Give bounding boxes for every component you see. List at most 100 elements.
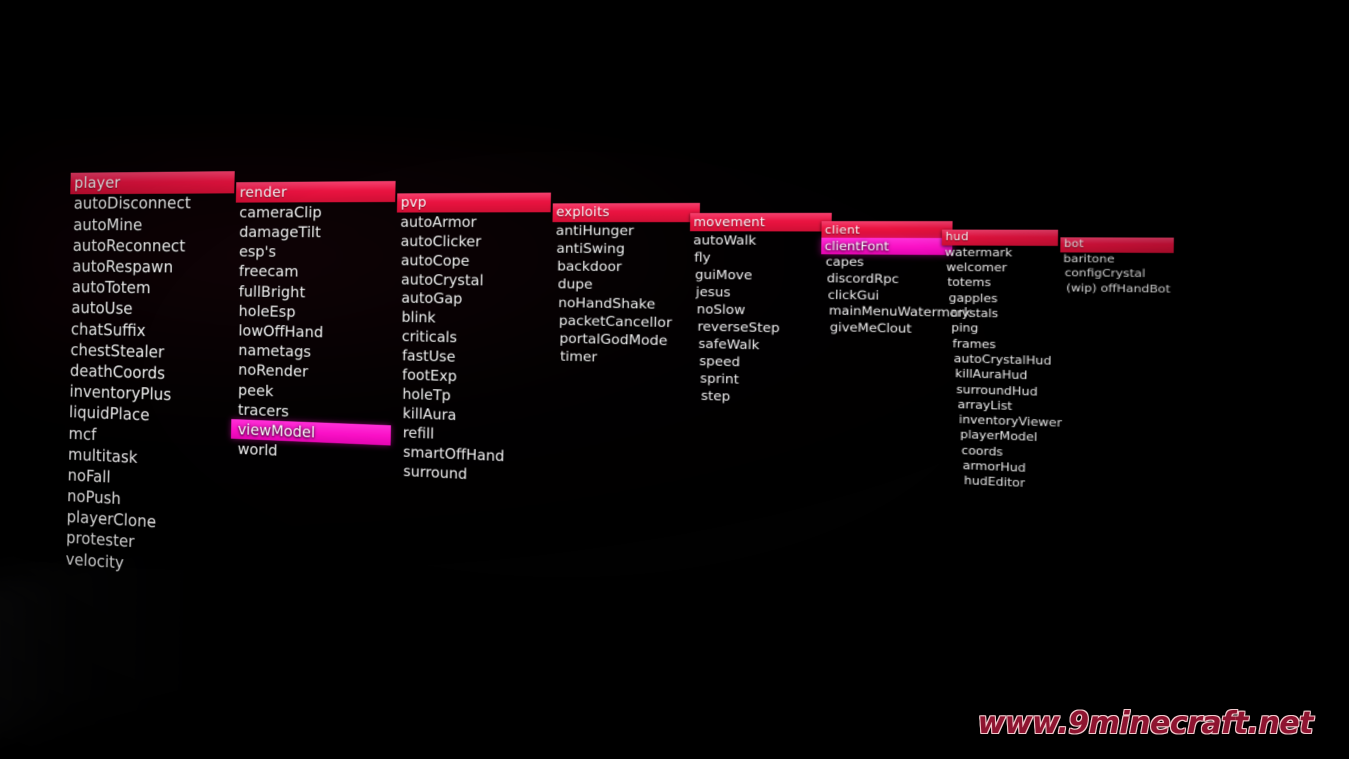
module-item[interactable]: armorHud	[939, 457, 1056, 477]
module-item[interactable]: clickGui	[820, 286, 951, 304]
module-item[interactable]: crystals	[941, 306, 1057, 323]
module-item[interactable]: autoCope	[396, 251, 550, 271]
module-label: autoDisconnect	[73, 194, 192, 214]
module-label: tracers	[237, 400, 290, 421]
module-item[interactable]: freecam	[234, 261, 394, 283]
module-label: autoCrystalHud	[953, 352, 1052, 368]
module-label: noFall	[67, 466, 111, 488]
module-label: chestStealer	[70, 341, 165, 363]
module-item[interactable]: backdoor	[552, 258, 700, 277]
module-item[interactable]: hudEditor	[939, 473, 1056, 494]
module-item[interactable]: autoDisconnect	[70, 193, 234, 215]
module-item[interactable]: surroundHud	[940, 381, 1056, 400]
module-item[interactable]: speed	[688, 351, 830, 372]
module-item[interactable]: guiMove	[689, 265, 831, 284]
module-label: killAuraHud	[954, 367, 1028, 383]
module-label: autoMine	[73, 216, 143, 235]
module-item[interactable]: autoTotem	[68, 277, 233, 300]
category-header-player[interactable]: player	[70, 171, 235, 195]
module-item[interactable]: noSlow	[689, 300, 831, 320]
category-header-label: render	[239, 183, 288, 201]
module-label: deathCoords	[69, 362, 166, 384]
module-list-exploits: antiHunger antiSwing backdoor dupe noHandSha…	[550, 222, 700, 370]
module-item[interactable]: playerModel	[939, 427, 1055, 447]
module-list-bot: baritone configCrystal (wip) offHandBot	[1060, 252, 1174, 297]
module-item[interactable]: safeWalk	[688, 334, 830, 355]
module-item[interactable]: baritone	[1060, 252, 1174, 267]
module-label: frames	[952, 337, 997, 352]
module-item[interactable]: antiHunger	[552, 222, 700, 240]
module-item[interactable]: watermark	[942, 245, 1058, 261]
module-item[interactable]: sprint	[688, 368, 830, 389]
module-item[interactable]: giveMeClout	[820, 319, 951, 338]
module-list-hud: watermark welcomer totems gapples crystals pi…	[939, 245, 1062, 494]
module-item[interactable]: autoReconnect	[69, 236, 234, 258]
module-item[interactable]: jesus	[689, 282, 831, 301]
module-item[interactable]: gapples	[941, 291, 1057, 308]
module-label: viewModel	[237, 420, 316, 442]
module-label: portalGodMode	[559, 330, 668, 350]
module-item[interactable]: noHandShake	[551, 294, 699, 314]
module-category-player: player autoDisconnect autoMine autoReconnec…	[62, 171, 235, 581]
category-header-label: pvp	[400, 195, 427, 211]
module-item[interactable]: fly	[689, 248, 831, 266]
module-label: antiHunger	[555, 222, 635, 239]
module-item[interactable]: esp's	[235, 242, 395, 263]
module-item[interactable]: frames	[940, 336, 1056, 354]
module-label: (wip) offHandBot	[1066, 282, 1171, 296]
module-item[interactable]: autoRespawn	[68, 257, 233, 280]
module-label: step	[700, 387, 731, 404]
module-item[interactable]: arrayList	[940, 397, 1056, 416]
module-label: clickGui	[827, 287, 880, 303]
module-item[interactable]: autoMine	[69, 215, 234, 236]
module-item[interactable]: cameraClip	[235, 202, 395, 222]
module-label: ping	[951, 322, 979, 336]
module-item[interactable]: damageTilt	[235, 222, 395, 242]
module-item[interactable]: configCrystal	[1060, 267, 1174, 283]
module-label: esp's	[238, 242, 277, 261]
module-label: refill	[402, 424, 435, 443]
module-item[interactable]: reverseStep	[688, 317, 830, 337]
module-item[interactable]: discordRpc	[821, 270, 952, 288]
module-item[interactable]: step	[687, 386, 829, 408]
module-item[interactable]: autoCrystalHud	[940, 351, 1056, 369]
module-item[interactable]: autoGap	[395, 289, 549, 311]
category-header-pvp[interactable]: pvp	[396, 192, 551, 213]
category-header-movement[interactable]: movement	[689, 212, 832, 231]
module-label: chatSuffix	[70, 320, 146, 341]
module-item[interactable]: autoClicker	[396, 232, 550, 252]
category-header-render[interactable]: render	[235, 180, 396, 203]
category-header-exploits[interactable]: exploits	[552, 202, 700, 222]
module-item[interactable]: timer	[550, 347, 698, 369]
module-item[interactable]: welcomer	[941, 260, 1057, 276]
clickgui-panel[interactable]: player autoDisconnect autoMine autoReconnec…	[0, 0, 1349, 759]
module-item[interactable]: killAuraHud	[940, 366, 1056, 384]
module-label: safeWalk	[698, 335, 760, 352]
module-item[interactable]: antiSwing	[552, 240, 700, 259]
module-item[interactable]: (wip) offHandBot	[1060, 281, 1174, 297]
module-item[interactable]: dupe	[551, 276, 699, 296]
category-header-hud[interactable]: hud	[941, 229, 1059, 246]
module-item[interactable]: totems	[941, 275, 1057, 292]
module-label: baritone	[1063, 253, 1115, 266]
category-header-client[interactable]: client	[821, 221, 953, 239]
module-list-player: autoDisconnect autoMine autoReconnect autoR…	[62, 193, 235, 581]
module-item[interactable]: ping	[941, 321, 1057, 338]
module-label: watermark	[944, 246, 1013, 260]
module-label: dupe	[557, 276, 593, 294]
module-item[interactable]: fullBright	[234, 281, 394, 303]
module-item[interactable]: capes	[821, 254, 952, 271]
module-label: multitask	[67, 445, 138, 468]
module-item[interactable]: autoArmor	[397, 213, 551, 233]
category-header-bot[interactable]: bot	[1060, 237, 1174, 253]
module-item[interactable]: autoWalk	[690, 231, 832, 249]
module-label: reverseStep	[697, 317, 780, 335]
module-category-bot: bot baritone configCrystal (wip) offHandBot	[1060, 237, 1174, 297]
module-item[interactable]: autoCrystal	[395, 270, 549, 291]
module-item[interactable]: coords	[939, 442, 1056, 462]
module-label: noHandShake	[558, 294, 656, 313]
module-item[interactable]: inventoryViewer	[939, 412, 1062, 431]
module-item[interactable]: mainMenuWatermark	[820, 302, 972, 320]
module-label: footExp	[402, 367, 458, 386]
module-item[interactable]: clientFont	[821, 237, 953, 255]
